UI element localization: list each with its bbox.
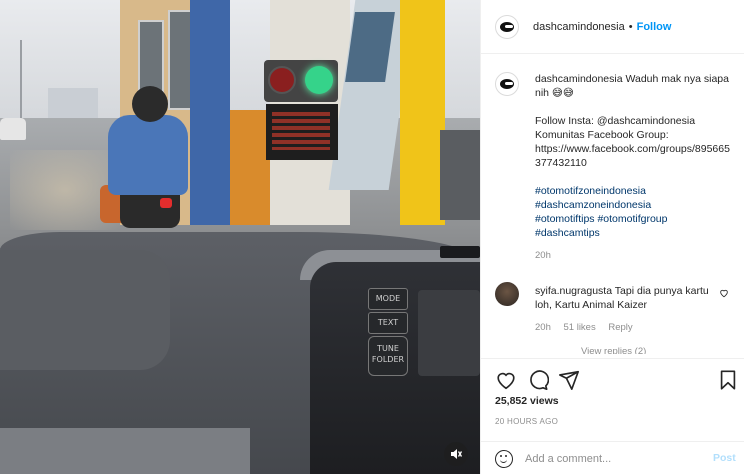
caption-line: Follow Insta: @dashcamindonesia — [535, 115, 696, 127]
console-tune-button: TUNE FOLDER — [368, 336, 408, 376]
green-light — [305, 66, 333, 94]
post-comment-button[interactable]: Post — [713, 452, 736, 464]
bookmark-icon[interactable] — [717, 369, 739, 391]
heart-icon[interactable] — [495, 369, 517, 391]
comment-time: 20h — [535, 322, 551, 333]
caption-line — [535, 170, 735, 184]
commenter-avatar[interactable] — [495, 282, 519, 306]
heart-outline-icon[interactable] — [719, 288, 729, 301]
hashtag-link[interactable]: #otomotifzoneindonesia — [535, 184, 735, 198]
comment-input[interactable] — [525, 449, 695, 469]
console-mode-button: MODE — [368, 288, 408, 310]
red-light — [268, 66, 296, 94]
hashtag-link[interactable]: #otomotiftips #otomotifgroup — [535, 212, 735, 226]
commenter-username[interactable]: syifa.nugragusta — [535, 285, 612, 297]
post-timestamp: 20 HOURS AGO — [495, 417, 559, 426]
dashboard-edge — [0, 428, 250, 474]
caption-link[interactable]: https://www.facebook.com/groups/89566537… — [535, 142, 735, 170]
post-header: dashcamindonesia • Follow — [481, 0, 744, 54]
emoji-icon[interactable] — [495, 450, 513, 468]
dashboard-panel — [0, 250, 170, 370]
header-separator: • — [628, 20, 633, 33]
author-username[interactable]: dashcamindonesia — [533, 21, 625, 33]
caption-time: 20h — [535, 250, 551, 261]
toll-booth-orange-panel — [230, 110, 270, 225]
caption-text: dashcamindonesia Waduh mak nya siapa nih… — [535, 72, 735, 240]
speaker-muted-icon[interactable] — [444, 442, 468, 466]
street-lamp — [20, 40, 22, 120]
rider-helmet — [132, 86, 168, 122]
hashtag-link[interactable]: #dashcamzoneindonesia — [535, 198, 735, 212]
share-icon[interactable] — [558, 369, 580, 391]
yellow-pillar — [400, 0, 445, 225]
comment-icon[interactable] — [527, 369, 549, 391]
comment-likes[interactable]: 51 likes — [564, 322, 596, 333]
follow-button[interactable]: Follow — [637, 21, 672, 33]
post-actions: 25,852 views 20 HOURS AGO Post — [481, 358, 744, 469]
comment-reply-button[interactable]: Reply — [608, 322, 632, 333]
motorbike-taillight — [160, 198, 172, 208]
barrier — [440, 130, 480, 220]
video-player[interactable]: MODE TEXT TUNE FOLDER — [0, 0, 480, 474]
console-screen — [418, 290, 480, 376]
view-replies-link[interactable]: View replies (2) — [581, 346, 646, 354]
caption-line: Komunitas Facebook Group: — [535, 129, 669, 141]
caption-avatar[interactable] — [495, 72, 519, 96]
console-text-button: TEXT — [368, 312, 408, 334]
toll-booth-blue-panel — [190, 0, 230, 225]
distant-building — [48, 88, 98, 118]
add-comment-bar: Post — [481, 441, 744, 474]
view-count[interactable]: 25,852 views — [495, 395, 559, 407]
author-avatar[interactable] — [495, 14, 519, 39]
led-display — [266, 104, 338, 160]
air-vent — [440, 246, 480, 258]
caption-username[interactable]: dashcamindonesia — [535, 73, 623, 85]
comment-meta: 20h 51 likes Reply — [535, 322, 643, 333]
post-sidebar: dashcamindonesia • Follow dashcamindones… — [480, 0, 744, 474]
rider — [108, 115, 188, 195]
caption-line — [535, 100, 735, 114]
distant-car — [0, 118, 26, 140]
hashtag-link[interactable]: #dashcamtips — [535, 226, 735, 240]
comment-text: syifa.nugragusta Tapi dia punya kartu lo… — [535, 284, 715, 312]
